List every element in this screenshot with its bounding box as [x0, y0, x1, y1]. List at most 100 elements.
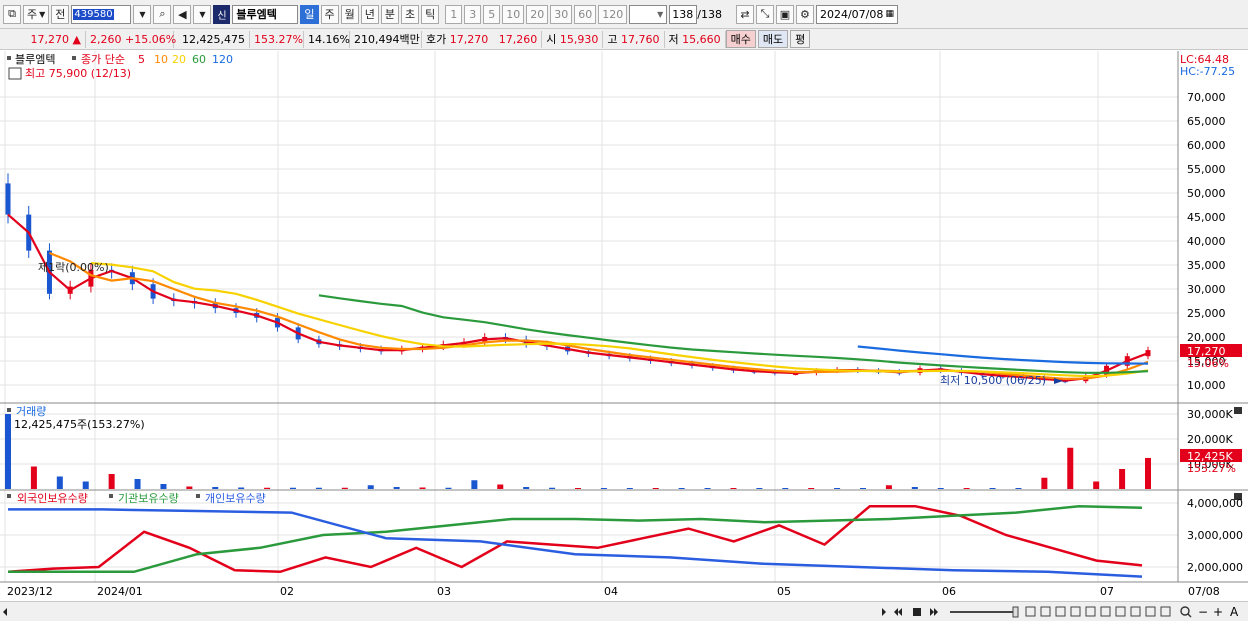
- hoga-group: 호가 17,270 17,260: [422, 30, 543, 48]
- period-tick-button[interactable]: 틱: [421, 4, 440, 24]
- fast-forward-icon[interactable]: [930, 608, 938, 616]
- calendar-icon[interactable]: [8, 67, 22, 80]
- layout-3-icon[interactable]: [1055, 606, 1066, 617]
- volume-bar: [730, 488, 737, 489]
- volume-bar: [160, 484, 167, 489]
- volume-title: 거래량: [16, 405, 46, 418]
- interval-30-button[interactable]: 30: [550, 4, 573, 24]
- layout-5-icon[interactable]: [1085, 606, 1096, 617]
- volume-bar: [834, 488, 841, 489]
- interval-20-button[interactable]: 20: [526, 4, 549, 24]
- volume-bar: [782, 488, 789, 489]
- interval-select[interactable]: ▼: [629, 4, 668, 24]
- period-day-button[interactable]: 일: [300, 4, 319, 24]
- legend-ma-120: 120: [212, 53, 233, 66]
- count-input[interactable]: 138: [669, 4, 698, 24]
- volume-bar: [808, 488, 815, 489]
- volume-axis-tick: 20,000K: [1187, 433, 1233, 446]
- interval-60-button[interactable]: 60: [574, 4, 597, 24]
- chevron-down-icon[interactable]: ▼: [193, 4, 212, 24]
- draw-tool-icon[interactable]: ⤡: [755, 4, 774, 24]
- volume-bar: [989, 488, 996, 489]
- price-axis-tick: 25,000: [1187, 307, 1226, 320]
- sync-icon[interactable]: ⇄: [735, 4, 754, 24]
- period-minute-button[interactable]: 분: [380, 4, 400, 24]
- interval-5-button[interactable]: 5: [483, 4, 501, 24]
- zoom-in-button[interactable]: +: [1213, 605, 1223, 619]
- volume-bar: [341, 487, 348, 489]
- volume-bar: [549, 487, 556, 489]
- interval-1-button[interactable]: 1: [445, 4, 463, 24]
- volume-bar: [290, 487, 296, 489]
- scroll-left-icon[interactable]: [3, 608, 7, 616]
- volume-value: 12,425,475주(153.27%): [14, 418, 145, 431]
- volume-bar: [1067, 447, 1074, 489]
- period-select[interactable]: 주 ▼: [23, 4, 50, 24]
- layout-4-icon[interactable]: [1070, 606, 1081, 617]
- volume-value: 12,425,475: [174, 30, 250, 48]
- layout-7-icon[interactable]: [1115, 606, 1126, 617]
- dropdown-arrow-icon[interactable]: ▼: [133, 4, 152, 24]
- price-axis-tick: 65,000: [1187, 115, 1226, 128]
- auto-scale-button[interactable]: A: [1230, 605, 1239, 619]
- layout-6-icon[interactable]: [1100, 606, 1111, 617]
- new-badge: 신: [213, 4, 231, 24]
- scroll-right-icon[interactable]: [882, 608, 886, 616]
- current-price: 17,270 ▲: [0, 30, 86, 48]
- legend-ma-10: 10: [154, 53, 168, 66]
- open-group: 시 15,930: [542, 30, 604, 48]
- period-month-button[interactable]: 월: [340, 4, 359, 24]
- layout-2-icon[interactable]: [1040, 606, 1051, 617]
- speaker-icon[interactable]: ◀: [173, 4, 192, 24]
- volume-pct: 153.27%: [250, 30, 304, 48]
- volume-bar: [575, 488, 581, 489]
- gear-icon[interactable]: ⚙: [795, 4, 814, 24]
- volume-bar: [911, 487, 918, 489]
- magnifier-icon[interactable]: [1180, 606, 1190, 616]
- volume-bar: [1041, 477, 1048, 489]
- layout-10-icon[interactable]: [1160, 606, 1171, 617]
- period-second-button[interactable]: 초: [401, 4, 420, 24]
- price-axis-tick: 10,000: [1187, 379, 1226, 392]
- volume-bar: [419, 487, 426, 489]
- period-year-button[interactable]: 년: [360, 4, 379, 24]
- legend-institution: 기관보유수량: [118, 492, 179, 505]
- zoom-out-button[interactable]: −: [1198, 605, 1208, 619]
- volume-bar: [134, 479, 141, 489]
- buy-button[interactable]: 매수: [725, 30, 756, 48]
- interval-120-button[interactable]: 120: [598, 4, 628, 24]
- scrollbar-track[interactable]: [12, 606, 876, 618]
- save-icon[interactable]: ▣: [775, 4, 794, 24]
- high-group: 고 17,760: [603, 30, 665, 48]
- volume-bar: [5, 414, 11, 489]
- period-week-button[interactable]: 주: [320, 4, 339, 24]
- stock-chart[interactable]: 블루엠텍 종가 단순 5 10 20 60 120 최고 75,900 (12/…: [0, 51, 1248, 601]
- search-icon[interactable]: ⌕: [153, 4, 172, 24]
- eval-button[interactable]: 평: [790, 30, 811, 48]
- legend-individual: 개인보유수량: [205, 492, 266, 505]
- low-group: 저 15,660: [665, 30, 726, 48]
- volume-bar: [315, 487, 322, 489]
- layout-9-icon[interactable]: [1145, 606, 1156, 617]
- volume-bar: [82, 481, 89, 489]
- rewind-icon[interactable]: [894, 608, 902, 616]
- stock-name-field[interactable]: 블루엠텍: [232, 4, 299, 24]
- panel-close-icon[interactable]: [1234, 407, 1242, 414]
- volume-bar: [626, 488, 633, 489]
- interval-3-button[interactable]: 3: [464, 4, 482, 24]
- window-icon[interactable]: ⧉: [3, 4, 21, 24]
- date-input[interactable]: 2024/07/08 ▦: [815, 4, 898, 24]
- price-axis-tick: 45,000: [1187, 211, 1226, 224]
- zoom-slider-handle[interactable]: [1012, 606, 1019, 618]
- prev-button[interactable]: 전: [51, 4, 70, 24]
- layout-1-icon[interactable]: [1025, 606, 1036, 617]
- volume-bar: [600, 488, 607, 489]
- calendar-icon[interactable]: ▦: [885, 9, 894, 19]
- sell-button[interactable]: 매도: [757, 30, 789, 48]
- layout-8-icon[interactable]: [1130, 606, 1141, 617]
- volume-bar: [212, 487, 219, 489]
- code-input[interactable]: 439580: [71, 4, 132, 24]
- interval-10-button[interactable]: 10: [502, 4, 525, 24]
- volume-bar: [238, 487, 245, 489]
- stop-icon[interactable]: [913, 608, 921, 616]
